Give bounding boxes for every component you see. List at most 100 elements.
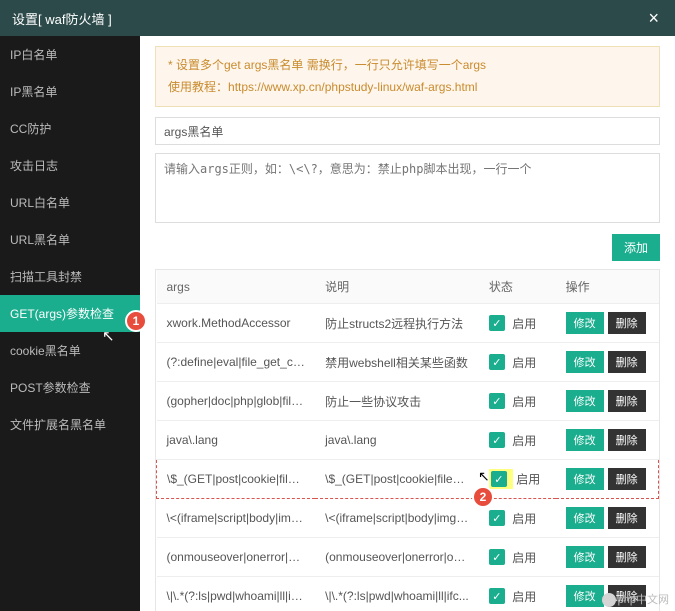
modal-title: 设置[ waf防火墙 ] [12, 9, 112, 28]
rule-textarea[interactable] [155, 153, 660, 223]
cell-desc: 禁用webshell相关某些函数 [315, 343, 479, 382]
cell-args: (gopher|doc|php|glob|file|... [157, 382, 316, 421]
name-input[interactable] [155, 117, 660, 145]
sidebar-item-cc-protect[interactable]: CC防护 [0, 110, 140, 147]
delete-button[interactable]: 删除 [608, 507, 646, 529]
add-button[interactable]: 添加 [612, 234, 660, 261]
sidebar-item-url-whitelist[interactable]: URL白名单 [0, 184, 140, 221]
status-label: 启用 [509, 512, 536, 526]
table-row: (gopher|doc|php|glob|file|...防止一些协议攻击✓ 启… [157, 382, 659, 421]
main-panel: * 设置多个get args黑名单 需换行，一行只允许填写一个args 使用教程… [140, 36, 675, 611]
edit-button[interactable]: 修改 [566, 351, 604, 373]
edit-button[interactable]: 修改 [566, 390, 604, 412]
sidebar-item-ip-whitelist[interactable]: IP白名单 [0, 36, 140, 73]
add-button-row: 添加 [155, 234, 660, 261]
delete-button[interactable]: 删除 [608, 468, 646, 490]
cell-args: \|\.*(?:ls|pwd|whoami|ll|ifc... [157, 577, 316, 611]
cell-status: ✓ 启用 [479, 382, 556, 421]
cell-desc: java\.lang [315, 421, 479, 460]
status-label: 启用 [513, 473, 540, 487]
cell-desc: \$_(GET|post|cookie|files|... [315, 460, 479, 499]
status-label: 启用 [509, 551, 536, 565]
sidebar-item-get-args[interactable]: GET(args)参数检查 [0, 295, 140, 332]
body-wrap: IP白名单 IP黑名单 CC防护 攻击日志 URL白名单 URL黑名单 扫描工具… [0, 36, 675, 611]
sidebar: IP白名单 IP黑名单 CC防护 攻击日志 URL白名单 URL黑名单 扫描工具… [0, 36, 140, 611]
sidebar-item-cookie-blacklist[interactable]: cookie黑名单 [0, 332, 140, 369]
close-icon[interactable]: × [644, 8, 663, 29]
cell-ops: 修改删除 [556, 538, 659, 577]
status-label: 启用 [509, 434, 536, 448]
edit-button[interactable]: 修改 [566, 585, 604, 607]
table-row: java\.langjava\.lang✓ 启用修改删除 [157, 421, 659, 460]
check-icon[interactable]: ✓ [489, 588, 505, 604]
edit-button[interactable]: 修改 [566, 468, 604, 490]
check-icon[interactable]: ✓ [489, 393, 505, 409]
cell-ops: 修改删除 [556, 382, 659, 421]
sidebar-item-attack-log[interactable]: 攻击日志 [0, 147, 140, 184]
check-icon[interactable]: ✓ [489, 315, 505, 331]
tutorial-link[interactable]: https://www.xp.cn/phpstudy-linux/waf-arg… [228, 80, 477, 94]
cell-status: ✓ 启用 [479, 538, 556, 577]
notice-line2: 使用教程：https://www.xp.cn/phpstudy-linux/wa… [168, 77, 647, 99]
th-args: args [157, 270, 316, 304]
cell-ops: 修改删除 [556, 421, 659, 460]
cell-desc: 防止structs2远程执行方法 [315, 304, 479, 343]
sidebar-item-ext-blacklist[interactable]: 文件扩展名黑名单 [0, 406, 140, 443]
edit-button[interactable]: 修改 [566, 312, 604, 334]
notice-line1: * 设置多个get args黑名单 需换行，一行只允许填写一个args [168, 55, 647, 77]
status-label: 启用 [509, 395, 536, 409]
rules-table: args 说明 状态 操作 xwork.MethodAccessor防止stru… [156, 270, 659, 611]
table-row: \<(iframe|script|body|img|l...\<(iframe|… [157, 499, 659, 538]
table-row: \$_(GET|post|cookie|files|...\$_(GET|pos… [157, 460, 659, 499]
check-icon[interactable]: ✓ [489, 432, 505, 448]
sidebar-item-ip-blacklist[interactable]: IP黑名单 [0, 73, 140, 110]
cell-status: ✓ 启用 [479, 343, 556, 382]
edit-button[interactable]: 修改 [566, 546, 604, 568]
cell-desc: \|\.*(?:ls|pwd|whoami|ll|ifc... [315, 577, 479, 611]
cell-args: \<(iframe|script|body|img|l... [157, 499, 316, 538]
cell-ops: 修改删除 [556, 304, 659, 343]
name-input-wrap [155, 117, 660, 145]
delete-button[interactable]: 删除 [608, 390, 646, 412]
th-ops: 操作 [556, 270, 659, 304]
th-desc: 说明 [315, 270, 479, 304]
modal-header: 设置[ waf防火墙 ] × [0, 0, 675, 36]
annotation-badge-1: 1 [125, 310, 147, 332]
check-icon[interactable]: ✓ [489, 354, 505, 370]
cell-args: (onmouseover|onerror|on... [157, 538, 316, 577]
check-icon[interactable]: ✓ [489, 510, 505, 526]
sidebar-item-url-blacklist[interactable]: URL黑名单 [0, 221, 140, 258]
check-icon[interactable]: ✓ [489, 549, 505, 565]
cell-args: \$_(GET|post|cookie|files|... [157, 460, 316, 499]
th-status: 状态 [479, 270, 556, 304]
sidebar-item-scanner-ban[interactable]: 扫描工具封禁 [0, 258, 140, 295]
status-label: 启用 [509, 590, 536, 604]
cell-args: (?:define|eval|file_get_co... [157, 343, 316, 382]
notice-box: * 设置多个get args黑名单 需换行，一行只允许填写一个args 使用教程… [155, 46, 660, 107]
cell-ops: 修改删除 [556, 343, 659, 382]
rule-textarea-wrap [155, 153, 660, 226]
delete-button[interactable]: 删除 [608, 429, 646, 451]
table-row: (onmouseover|onerror|on...(onmouseover|o… [157, 538, 659, 577]
php-logo-icon [602, 593, 616, 607]
delete-button[interactable]: 删除 [608, 351, 646, 373]
cell-status: ✓ 启用 [479, 304, 556, 343]
cell-args: xwork.MethodAccessor [157, 304, 316, 343]
rules-table-wrap: args 说明 状态 操作 xwork.MethodAccessor防止stru… [155, 269, 660, 611]
table-row: (?:define|eval|file_get_co...禁用webshell相… [157, 343, 659, 382]
cell-ops: 修改删除 [556, 499, 659, 538]
cell-desc: \<(iframe|script|body|img|l... [315, 499, 479, 538]
cell-args: java\.lang [157, 421, 316, 460]
delete-button[interactable]: 删除 [608, 312, 646, 334]
table-row: \|\.*(?:ls|pwd|whoami|ll|ifc...\|\.*(?:l… [157, 577, 659, 611]
cell-desc: 防止一些协议攻击 [315, 382, 479, 421]
watermark: php中文网 [602, 591, 669, 607]
delete-button[interactable]: 删除 [608, 546, 646, 568]
edit-button[interactable]: 修改 [566, 429, 604, 451]
cell-ops: 修改删除 [556, 460, 659, 499]
cell-status: ✓ 启用 [479, 421, 556, 460]
sidebar-item-post-params[interactable]: POST参数检查 [0, 369, 140, 406]
edit-button[interactable]: 修改 [566, 507, 604, 529]
check-icon[interactable]: ✓ [491, 471, 507, 487]
cell-status: ✓ 启用 [479, 577, 556, 611]
